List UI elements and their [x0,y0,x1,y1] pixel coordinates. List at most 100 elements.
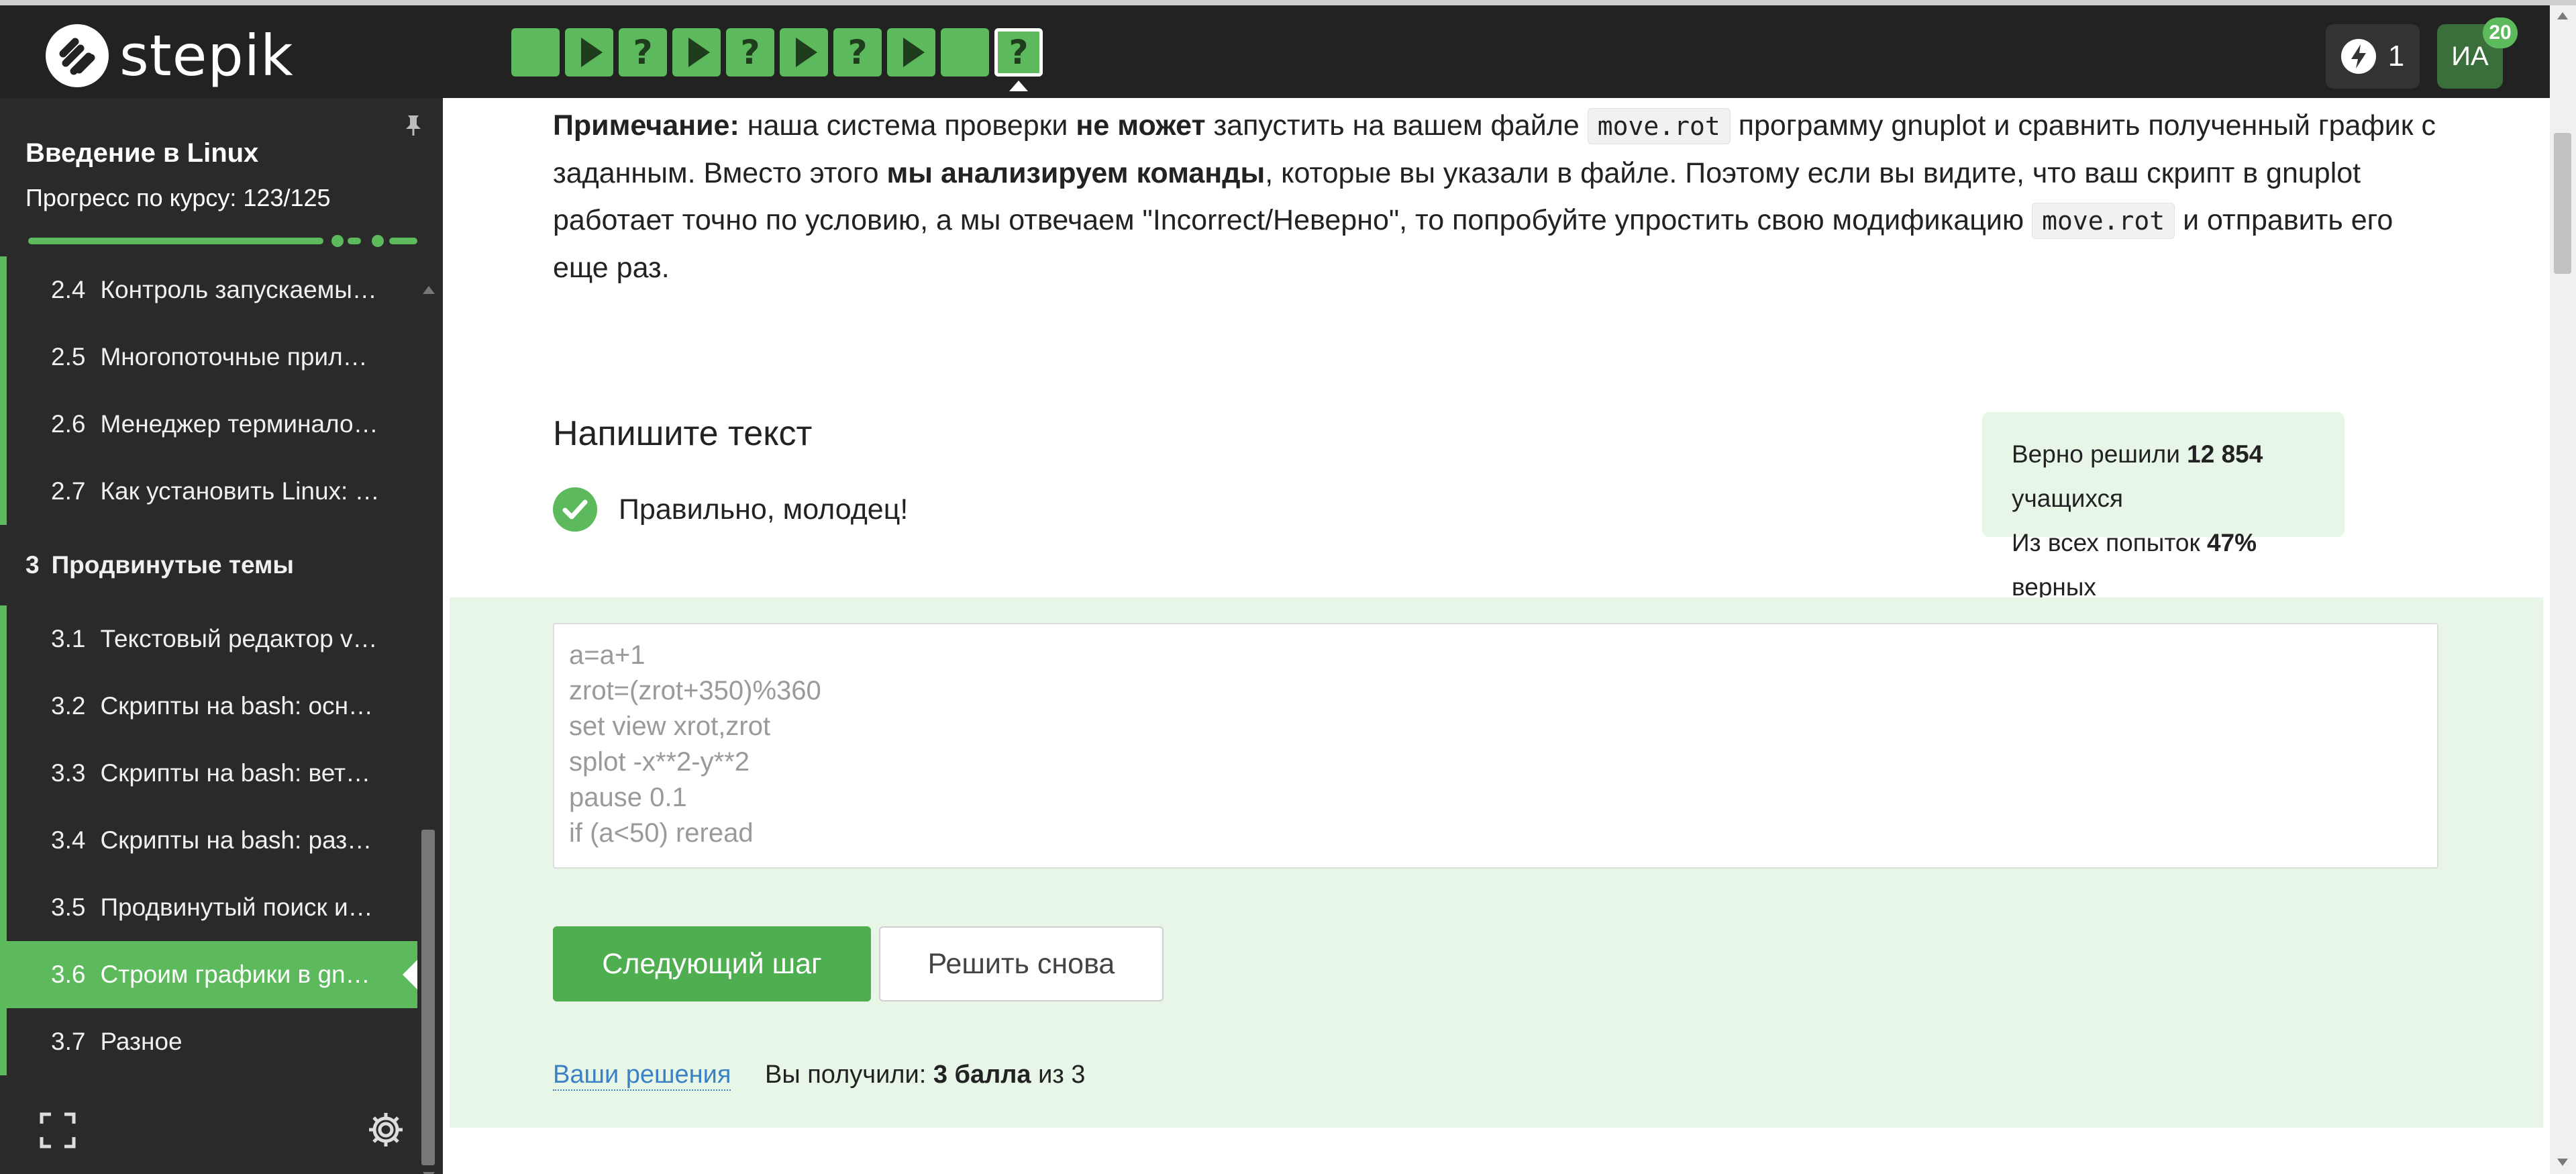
lesson-item[interactable]: 2.6 Менеджер терминало… [0,391,417,458]
lesson-item[interactable]: 2.4 Контроль запускаемы… [0,256,417,324]
inline-code: move.rot [2032,203,2175,239]
course-progress-bar [28,235,417,247]
progress-segment [348,238,361,244]
section-header[interactable]: 3 Продвинутые темы [0,525,417,605]
section-title: Продвинутые темы [51,551,294,579]
score-suffix: из 3 [1031,1061,1086,1089]
lesson-title: Строим графики в gn… [100,961,370,988]
page-scrollbar[interactable] [2550,5,2576,1174]
fullscreen-icon[interactable] [39,1112,76,1149]
course-progress-label: Прогресс по курсу: 123/125 [25,184,331,211]
step-3-quiz[interactable] [619,28,667,77]
lesson-title: Как установить Linux: … [100,477,380,505]
answer-area: a=a+1 zrot=(zrot+350)%360 set view xrot,… [450,597,2543,1128]
score-prefix: Вы получили: [765,1061,933,1089]
step-6-video[interactable] [780,28,828,77]
inline-code: move.rot [1587,108,1731,144]
task-note: Примечание: наша система проверки не мож… [553,102,2445,291]
lesson-item[interactable]: 3.7 Разное [0,1008,417,1075]
section-number: 3 [25,551,40,579]
answer-textarea[interactable]: a=a+1 zrot=(zrot+350)%360 set view xrot,… [553,623,2438,869]
step-7-quiz[interactable] [833,28,882,77]
status-text: Правильно, молодец! [619,493,909,526]
step-navigation [511,28,1048,91]
lesson-item[interactable]: 3.2 Скрипты на bash: осн… [0,673,417,740]
scroll-up-icon[interactable] [2557,12,2568,19]
step-10-quiz-current[interactable] [994,28,1043,91]
lesson-number: 3.5 [51,893,86,921]
attempts-stat: Из всех попыток 47% верных [2012,521,2315,609]
step-4-video[interactable] [672,28,721,77]
lesson-number: 3.6 [51,961,86,988]
course-sidebar: Введение в Linux Прогресс по курсу: 123/… [0,98,443,1174]
energy-button[interactable]: 1 [2326,24,2420,89]
lesson-title: Многопоточные прил… [100,343,368,371]
lesson-item-active[interactable]: 3.6 Строим графики в gn… [0,941,417,1008]
lesson-number: 2.7 [51,477,86,505]
scroll-down-icon[interactable] [2557,1159,2568,1166]
course-title[interactable]: Введение в Linux [25,138,258,168]
progress-dot [372,235,384,247]
stat-text: Верно решили [2012,440,2187,468]
stepik-logo-icon [46,24,109,87]
stepik-logo[interactable]: stepik [46,23,294,89]
lesson-item[interactable]: 3.5 Продвинутый поиск и… [0,874,417,941]
lesson-title: Скрипты на bash: осн… [100,692,374,720]
top-header: stepik 1 ИА 20 [0,5,2550,98]
scroll-up-icon[interactable] [423,286,435,294]
progress-segment [389,238,417,244]
progress-fill [28,238,323,244]
note-text: наша система проверки [739,109,1076,142]
your-solutions-link[interactable]: Ваши решения [553,1061,731,1091]
step-5-quiz[interactable] [726,28,774,77]
lesson-item[interactable]: 3.1 Текстовый редактор v… [0,605,417,673]
next-step-button[interactable]: Следующий шаг [553,926,871,1001]
pin-icon[interactable] [400,111,427,138]
lesson-list: 2.4 Контроль запускаемы… 2.5 Многопоточные… [0,256,417,1075]
note-emphasis: не может [1076,109,1206,142]
sidebar-scrollbar[interactable] [419,286,437,1174]
lesson-title: Скрипты на bash: раз… [100,826,372,854]
note-label: Примечание: [553,109,739,142]
lesson-title: Продвинутый поиск и… [100,893,373,921]
avatar-initials: ИА [2451,41,2489,71]
lesson-item[interactable]: 3.3 Скрипты на bash: вет… [0,740,417,807]
logo-text: stepik [119,23,294,89]
stat-text: верных [2012,573,2096,601]
step-8-video[interactable] [887,28,935,77]
score-text: Вы получили: 3 балла из 3 [765,1061,1085,1089]
note-emphasis: мы анализируем команды [886,157,1266,189]
notification-badge: 20 [2483,17,2518,48]
lesson-number: 3.3 [51,759,86,787]
lesson-title: Менеджер терминало… [100,410,378,438]
progress-dot [331,235,344,247]
lesson-item[interactable]: 2.7 Как установить Linux: … [0,458,417,525]
stat-text: учащихся [2012,485,2124,512]
lesson-number: 3.7 [51,1028,86,1055]
step-1-text[interactable] [511,28,560,77]
lesson-item[interactable]: 3.4 Скрипты на bash: раз… [0,807,417,874]
lesson-title: Разное [100,1028,183,1055]
sidebar-scroll-thumb[interactable] [421,830,435,1165]
lesson-title: Скрипты на bash: вет… [100,759,371,787]
page-scroll-thumb[interactable] [2554,133,2571,274]
lesson-item[interactable]: 2.5 Многопоточные прил… [0,324,417,391]
lesson-number: 2.4 [51,276,86,303]
step-9-text[interactable] [941,28,989,77]
stat-text: Из всех попыток [2012,529,2207,556]
stat-value: 47% [2206,529,2257,556]
energy-count: 1 [2387,40,2405,72]
note-text: запустить на вашем файле [1205,109,1588,142]
lesson-title: Текстовый редактор v… [100,625,378,652]
status-message: Правильно, молодец! [553,487,908,532]
lesson-number: 3.2 [51,692,86,720]
stat-value: 12 854 [2187,440,2263,468]
step-content: Примечание: наша система проверки не мож… [443,98,2550,1174]
task-title: Напишите текст [553,414,813,453]
lesson-number: 3.1 [51,625,86,652]
retry-button[interactable]: Решить снова [879,926,1164,1001]
browser-top-strip [0,0,2576,5]
gear-icon[interactable] [366,1110,405,1149]
step-2-video[interactable] [565,28,613,77]
solved-stat: Верно решили 12 854 учащихся [2012,432,2315,521]
